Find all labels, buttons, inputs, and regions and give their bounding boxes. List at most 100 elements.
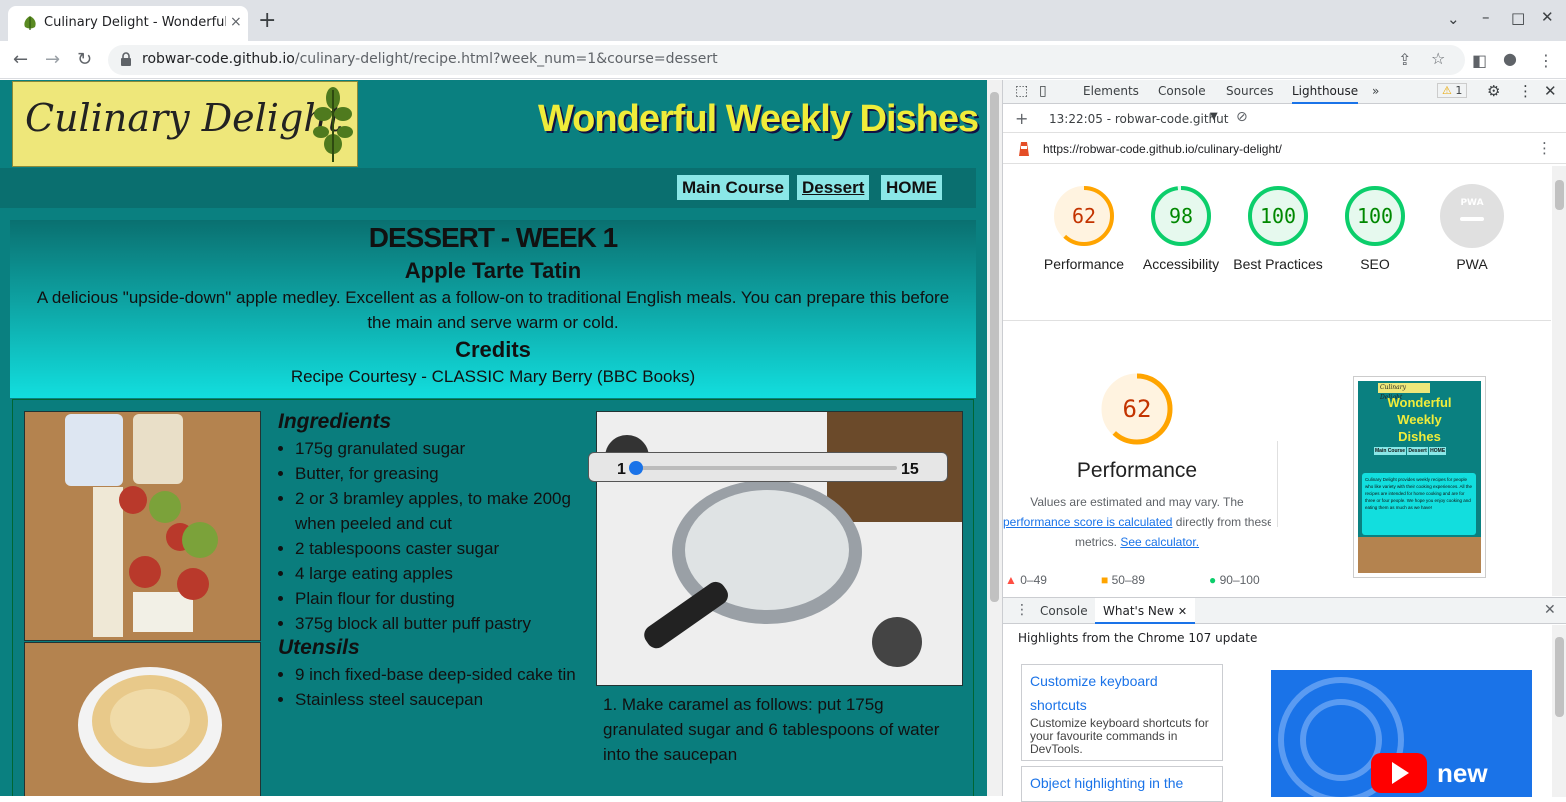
- step-slider[interactable]: 1 15: [588, 452, 948, 482]
- site-logo[interactable]: Culinary Delight: [12, 81, 358, 167]
- nav-dessert[interactable]: Dessert: [797, 175, 870, 200]
- tab-elements[interactable]: Elements: [1083, 84, 1139, 98]
- calculator-link[interactable]: See calculator.: [1120, 535, 1199, 549]
- perf-note-line2: performance score is calculated directly…: [1003, 515, 1271, 529]
- settings-gear-icon[interactable]: ⚙: [1487, 82, 1500, 100]
- gauge-accessibility-ring: 98: [1151, 186, 1211, 246]
- gauge-seo-ring: 100: [1345, 186, 1405, 246]
- divider: [1277, 441, 1278, 527]
- tab-lighthouse[interactable]: Lighthouse: [1292, 84, 1359, 104]
- back-icon[interactable]: ←: [13, 49, 28, 70]
- tab-search-icon[interactable]: ⌄: [1447, 10, 1460, 28]
- bookmark-star-icon[interactable]: ☆: [1431, 49, 1445, 68]
- gauge-pwa[interactable]: PWA PWA: [1427, 184, 1517, 274]
- page-screenshot-thumbnail[interactable]: Culinary Delight Wonderful Weekly Dishes M…: [1353, 376, 1486, 578]
- browser-toolbar: ← → ↻ robwar-code.github.io/culinary-del…: [0, 41, 1566, 79]
- tab-sources[interactable]: Sources: [1226, 84, 1273, 98]
- drawer-close-icon[interactable]: ✕: [1544, 602, 1556, 618]
- drawer-tabbar: ⋮ Console What's New ✕ ✕: [1003, 598, 1566, 624]
- more-tabs-icon[interactable]: »: [1372, 84, 1379, 98]
- circle-icon: ●: [1209, 573, 1217, 587]
- report-selector[interactable]: 13:22:05 - robwar-code.githut: [1049, 112, 1228, 126]
- gauge-performance[interactable]: 62 Performance: [1039, 184, 1129, 274]
- window-close-icon[interactable]: ✕: [1541, 8, 1554, 26]
- perf-note-line3: metrics. See calculator.: [1074, 535, 1200, 549]
- minimize-icon[interactable]: –: [1482, 8, 1490, 26]
- card-description: Customize keyboard shortcuts for your fa…: [1030, 716, 1209, 756]
- drawer-scrollbar-thumb[interactable]: [1555, 637, 1564, 717]
- tab-strip: Culinary Delight - Wonderful W × + ⌄ – □…: [0, 0, 1566, 41]
- report-url[interactable]: https://robwar-code.github.io/culinary-d…: [1043, 142, 1282, 156]
- thumbnail-image: [1358, 537, 1481, 573]
- credits-heading: Credits: [455, 337, 531, 362]
- performance-large-gauge: 62: [1101, 373, 1173, 445]
- devtools-close-icon[interactable]: ✕: [1544, 82, 1557, 100]
- page-scrollbar[interactable]: [987, 80, 1002, 796]
- gauge-accessibility-label: Accessibility: [1142, 256, 1220, 272]
- share-icon[interactable]: ⇪: [1398, 50, 1411, 69]
- close-whats-new-icon[interactable]: ✕: [1178, 605, 1187, 618]
- device-toolbar-icon[interactable]: ▯: [1039, 83, 1047, 99]
- perf-score-link[interactable]: performance score is calculated: [1003, 515, 1172, 529]
- nav-home[interactable]: HOME: [881, 175, 942, 200]
- ingredients-section: Ingredients 175g granulated sugar Butter…: [278, 410, 598, 712]
- new-report-icon[interactable]: +: [1015, 109, 1028, 128]
- slider-track[interactable]: [635, 466, 897, 470]
- step-instructions: 1. Make caramel as follows: put 175g gra…: [603, 695, 940, 764]
- ingredients-heading: Ingredients: [278, 410, 392, 433]
- menu-kebab-icon[interactable]: ⋮: [1538, 51, 1554, 70]
- card-title[interactable]: Object highlighting in the: [1030, 771, 1214, 795]
- drawer-tab-whats-new[interactable]: What's New ✕: [1095, 598, 1196, 624]
- maximize-icon[interactable]: □: [1511, 9, 1525, 27]
- utensils-list: 9 inch fixed-base deep-sided cake tin St…: [278, 662, 598, 712]
- report-dropdown-icon[interactable]: ▼: [1210, 111, 1218, 122]
- gauge-seo[interactable]: 100 SEO: [1330, 184, 1420, 274]
- legend-pass: ● 90–100: [1209, 573, 1260, 587]
- whats-new-video[interactable]: new: [1271, 670, 1532, 797]
- video-caption: new: [1437, 758, 1488, 788]
- drawer-heading: Highlights from the Chrome 107 update: [1018, 631, 1258, 645]
- new-tab-button[interactable]: +: [258, 10, 276, 32]
- side-panel-icon[interactable]: ◧: [1472, 51, 1487, 70]
- tart-photo: [24, 642, 261, 796]
- whats-new-card-highlighting[interactable]: Object highlighting in the: [1021, 766, 1223, 802]
- slider-thumb[interactable]: [629, 461, 643, 475]
- devtools-menu-icon[interactable]: ⋮: [1518, 82, 1533, 100]
- ingredients-list: 175g granulated sugar Butter, for greasi…: [278, 436, 598, 636]
- gauge-best-practices-label: Best Practices: [1233, 256, 1323, 272]
- address-bar[interactable]: robwar-code.github.io/culinary-delight/r…: [108, 45, 1465, 75]
- lighthouse-scrollbar[interactable]: [1552, 166, 1566, 596]
- drawer-scrollbar[interactable]: [1552, 625, 1566, 797]
- page-heading: DESSERT - WEEK 1: [368, 222, 618, 253]
- perf-note-line1: Values are estimated and may vary. The: [1030, 495, 1244, 509]
- list-item: 175g granulated sugar: [295, 436, 598, 461]
- thumbnail-blurb: Culinary Delight provides weekly recipes…: [1362, 473, 1476, 535]
- gauge-best-practices[interactable]: 100 Best Practices: [1233, 184, 1323, 274]
- performance-detail: 62 Performance Values are estimated and …: [1003, 320, 1551, 596]
- lock-icon[interactable]: [120, 52, 132, 66]
- reload-icon[interactable]: ↻: [77, 49, 92, 70]
- page-scrollbar-thumb[interactable]: [990, 92, 999, 602]
- tab-console[interactable]: Console: [1158, 84, 1206, 98]
- whats-new-card-shortcuts[interactable]: Customize keyboard shortcuts Customize k…: [1021, 664, 1223, 761]
- lighthouse-toolbar: + 13:22:05 - robwar-code.githut ▼ ⊘: [1003, 105, 1566, 133]
- nav-main-course[interactable]: Main Course: [677, 175, 790, 200]
- thumbnail-title: Wonderful Weekly Dishes: [1387, 395, 1452, 444]
- dish-description-line2: the main and serve warm or cold.: [367, 313, 619, 332]
- drawer-menu-icon[interactable]: ⋮: [1015, 602, 1029, 618]
- legend-average: ■ 50–89: [1101, 573, 1145, 587]
- drawer-tab-console[interactable]: Console: [1040, 604, 1088, 618]
- report-menu-icon[interactable]: ⋮: [1537, 139, 1552, 157]
- forward-icon[interactable]: →: [45, 49, 60, 70]
- card-title[interactable]: Customize keyboard shortcuts: [1030, 669, 1214, 717]
- browser-tab[interactable]: Culinary Delight - Wonderful W ×: [8, 6, 248, 41]
- profile-avatar-icon[interactable]: ●: [1503, 49, 1517, 68]
- svg-text:62: 62: [1123, 395, 1152, 423]
- tab-close-icon[interactable]: ×: [230, 14, 242, 30]
- warnings-badge[interactable]: ⚠ 1: [1437, 83, 1468, 98]
- clear-reports-icon[interactable]: ⊘: [1236, 109, 1248, 125]
- gauge-accessibility[interactable]: 98 Accessibility: [1136, 184, 1226, 274]
- dish-name: Apple Tarte Tatin: [404, 258, 582, 283]
- inspect-element-icon[interactable]: ⬚: [1015, 83, 1028, 99]
- lighthouse-scrollbar-thumb[interactable]: [1555, 180, 1564, 210]
